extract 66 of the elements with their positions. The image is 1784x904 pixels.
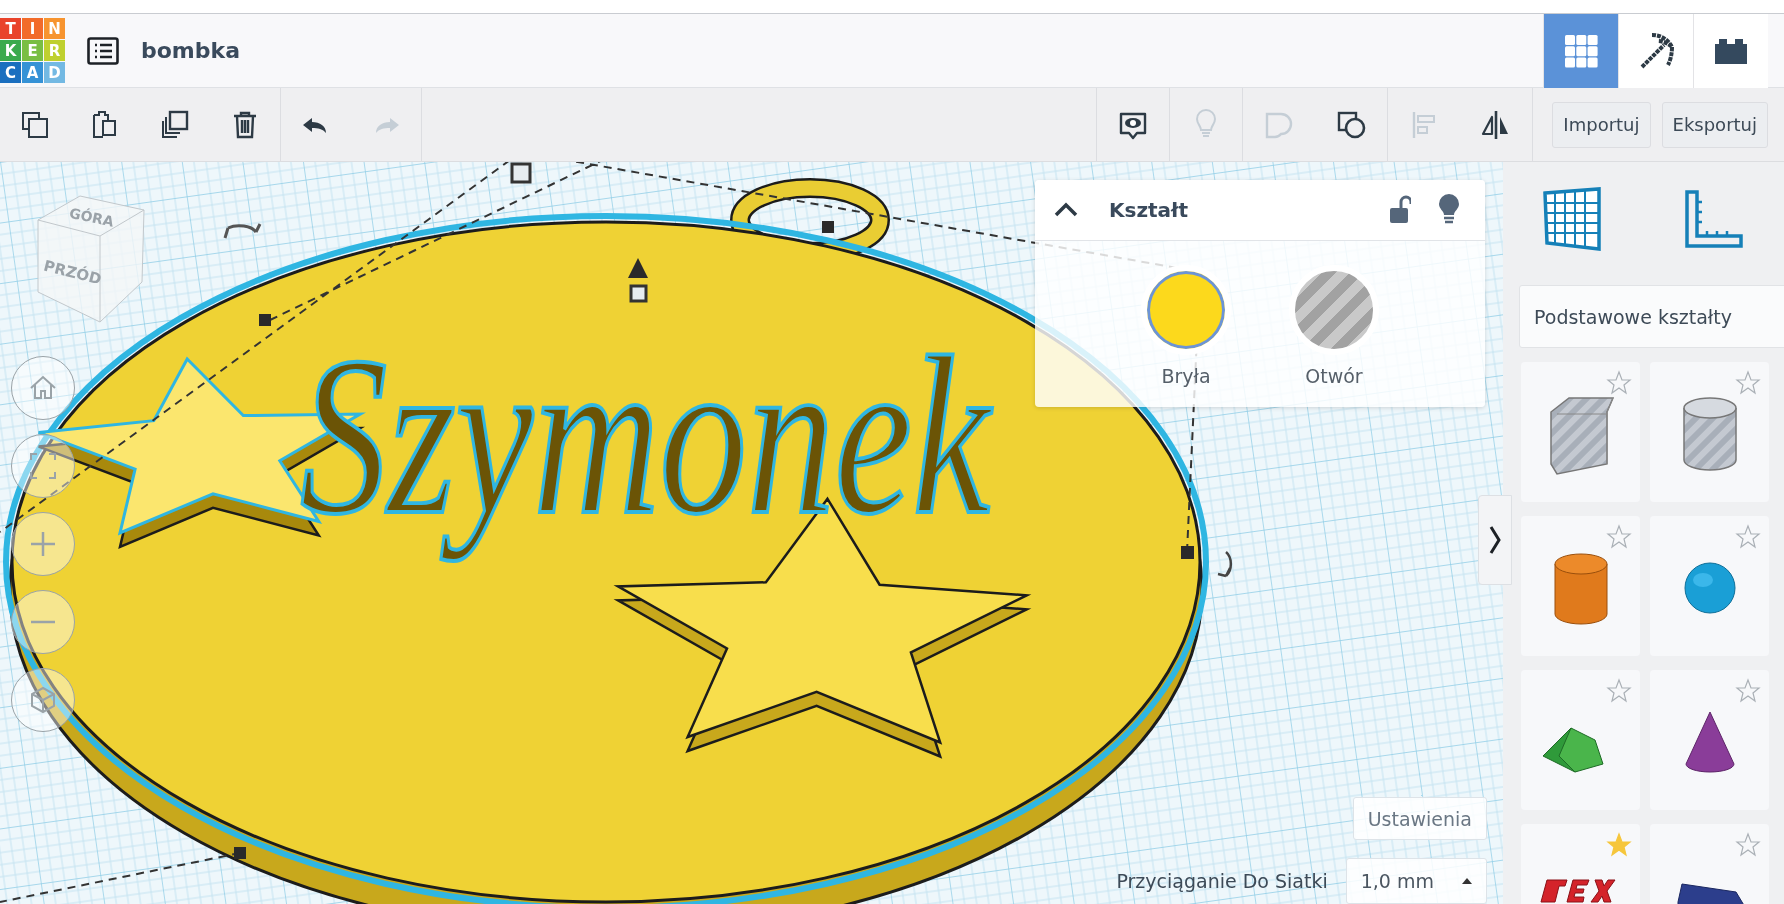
rotate-handle-icon[interactable]: [1216, 550, 1233, 578]
design-title[interactable]: bombka: [141, 38, 240, 63]
logo-letter: K: [0, 40, 21, 61]
workplane-icon[interactable]: [1541, 186, 1603, 251]
logo-letter: N: [44, 18, 65, 39]
rotate-handle-icon[interactable]: [223, 222, 262, 240]
shape-card[interactable]: [1650, 670, 1769, 810]
panel-title: Kształt: [1109, 198, 1190, 222]
favorite-star-icon[interactable]: [1606, 678, 1632, 704]
resize-handle[interactable]: [510, 162, 532, 184]
cone-icon: [1685, 711, 1735, 773]
import-button[interactable]: Importuj: [1552, 101, 1651, 148]
chevron-icon[interactable]: [1053, 202, 1079, 218]
cube-face-label: GÓRA: [67, 204, 116, 230]
resize-handle[interactable]: [1181, 546, 1194, 559]
snap-dropdown[interactable]: 1,0 mm: [1345, 858, 1487, 904]
lightbulb-icon[interactable]: [1437, 194, 1461, 226]
list-icon[interactable]: [87, 36, 119, 65]
chevron-icon: [1489, 525, 1501, 555]
settings-button[interactable]: Ustawienia: [1352, 797, 1487, 840]
hole-option[interactable]: Otwór: [1289, 265, 1379, 387]
roof-prism-icon: [1542, 727, 1604, 773]
cube-button[interactable]: [11, 668, 75, 732]
cylinder-icon: [1554, 553, 1608, 625]
zoom-out-button[interactable]: [11, 590, 75, 654]
grid-icon: [1563, 32, 1599, 69]
striped-cylinder-icon: [1683, 397, 1737, 471]
favorite-star-icon[interactable]: [1735, 678, 1761, 704]
fit-view-button[interactable]: [11, 434, 75, 498]
favorite-star-icon[interactable]: [1606, 832, 1632, 858]
lock-icon[interactable]: [1387, 195, 1411, 225]
logo-letter: R: [44, 40, 65, 61]
logo-letter: A: [22, 62, 43, 83]
text-shape-icon: [1540, 879, 1616, 903]
resize-handle[interactable]: [822, 221, 834, 233]
favorite-star-icon[interactable]: [1735, 524, 1761, 550]
logo-letter: E: [22, 40, 43, 61]
favorite-star-icon[interactable]: [1735, 832, 1761, 858]
resize-handle[interactable]: [234, 847, 246, 859]
shape-category-dropdown[interactable]: Podstawowe kształty: [1519, 285, 1784, 348]
logo-letter: C: [0, 62, 21, 83]
snap-value: 1,0 mm: [1360, 870, 1434, 892]
favorite-star-icon[interactable]: [1606, 524, 1632, 550]
favorite-star-icon[interactable]: [1735, 370, 1761, 396]
zoom-in-button[interactable]: [11, 512, 75, 576]
logo-letter: D: [44, 62, 65, 83]
logo-letter: I: [22, 18, 43, 39]
logo-letter: T: [0, 18, 21, 39]
resize-handle[interactable]: [629, 284, 648, 303]
striped-box-icon: [1550, 397, 1615, 476]
collapse-panel-button[interactable]: [1478, 495, 1512, 585]
export-button[interactable]: Eksportuj: [1661, 101, 1768, 148]
stacked-squares-icon: [159, 108, 191, 141]
bricks-button[interactable]: [1693, 13, 1768, 88]
favorite-star-icon[interactable]: [1606, 370, 1632, 396]
home-button[interactable]: [11, 356, 75, 420]
resize-handle[interactable]: [259, 314, 271, 326]
ruler-icon[interactable]: [1683, 187, 1745, 250]
fit-view-icon: [27, 450, 59, 482]
caret-icon: [1462, 878, 1472, 884]
snap-grid-label: Przyciąganie Do Siatki: [1116, 870, 1328, 892]
height-handle[interactable]: [628, 258, 648, 278]
sphere-icon: [1684, 562, 1736, 614]
blocks-button[interactable]: [1618, 13, 1693, 88]
cube-face-label: PRZÓD: [41, 256, 104, 289]
solid-option[interactable]: Bryła: [1141, 265, 1231, 387]
